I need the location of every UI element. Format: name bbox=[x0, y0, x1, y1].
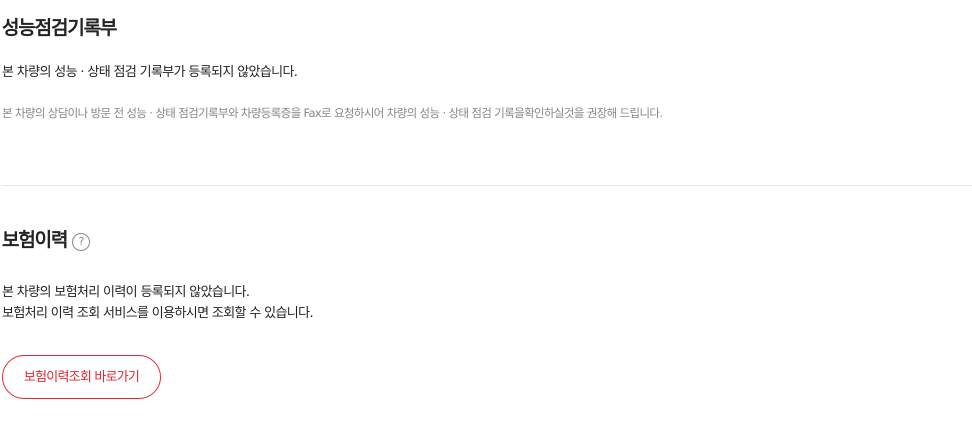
insurance-status-message: 본 차량의 보험처리 이력이 등록되지 않았습니다. bbox=[2, 285, 250, 300]
section-divider bbox=[2, 185, 972, 186]
insurance-section-title: 보험이력 ? bbox=[2, 228, 91, 252]
insurance-title-text: 보험이력 bbox=[2, 229, 69, 251]
performance-status-message: 본 차량의 성능 · 상태 점검 기록부가 등록되지 않았습니다. bbox=[2, 65, 298, 80]
performance-guidance-note: 본 차량의 상담이나 방문 전 성능 · 상태 점검기록부와 차량등록증을 Fa… bbox=[2, 106, 663, 120]
performance-section-title: 성능점검기록부 bbox=[2, 17, 118, 39]
help-icon[interactable]: ? bbox=[72, 232, 91, 251]
insurance-history-lookup-button[interactable]: 보험이력조회 바로가기 bbox=[2, 355, 161, 399]
insurance-guidance-message: 보험처리 이력 조회 서비스를 이용하시면 조회할 수 있습니다. bbox=[2, 306, 314, 321]
